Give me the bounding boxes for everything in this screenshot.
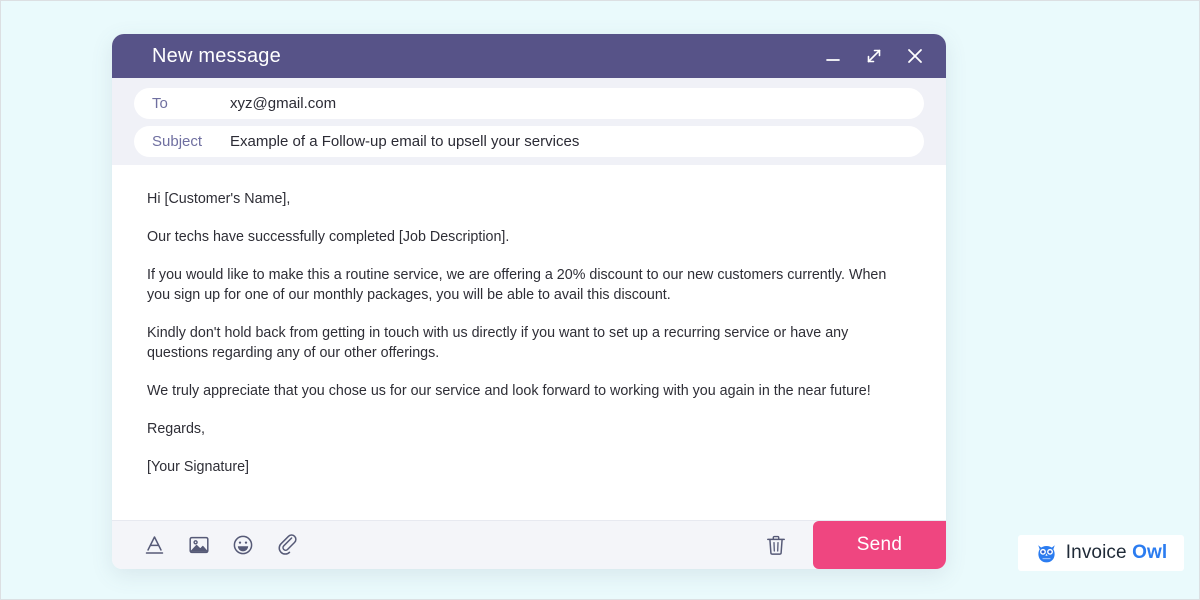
close-icon[interactable] (904, 45, 926, 67)
body-paragraph: Our techs have successfully completed [J… (147, 227, 899, 247)
compose-fields: To xyz@gmail.com Subject Example of a Fo… (112, 78, 946, 165)
brand-name: Invoice Owl (1066, 542, 1167, 564)
send-button[interactable]: Send (813, 521, 946, 569)
brand-name-owl: Owl (1127, 542, 1168, 563)
body-paragraph: If you would like to make this a routine… (147, 265, 899, 305)
body-paragraph: We truly appreciate that you chose us fo… (147, 381, 899, 401)
emoji-icon[interactable] (230, 532, 256, 558)
owl-icon (1035, 542, 1058, 565)
body-paragraph: Regards, (147, 419, 899, 439)
compose-window-header: New message (112, 34, 946, 78)
image-icon[interactable] (186, 532, 212, 558)
to-field-label: To (152, 95, 230, 112)
compose-title: New message (152, 45, 281, 68)
body-paragraph: Kindly don't hold back from getting in t… (147, 323, 899, 363)
footer-actions: Send (759, 521, 946, 569)
formatting-tools (142, 532, 300, 558)
message-body[interactable]: Hi [Customer's Name], Our techs have suc… (112, 165, 946, 520)
body-paragraph: [Your Signature] (147, 457, 899, 477)
page-canvas: New message (0, 0, 1200, 600)
subject-field-label: Subject (152, 133, 230, 150)
minimize-icon[interactable] (822, 45, 844, 67)
compose-window: New message (112, 34, 946, 569)
trash-icon[interactable] (759, 528, 793, 562)
brand-badge: Invoice Owl (1018, 535, 1184, 571)
compose-toolbar: Send (112, 520, 946, 569)
paperclip-icon[interactable] (274, 532, 300, 558)
format-text-icon[interactable] (142, 532, 168, 558)
subject-field-row[interactable]: Subject Example of a Follow-up email to … (134, 126, 924, 157)
brand-name-invoice: Invoice (1066, 542, 1127, 563)
body-paragraph: Hi [Customer's Name], (147, 189, 899, 209)
to-field-row[interactable]: To xyz@gmail.com (134, 88, 924, 119)
subject-field-value[interactable]: Example of a Follow-up email to upsell y… (230, 133, 579, 150)
to-field-value[interactable]: xyz@gmail.com (230, 95, 336, 112)
expand-icon[interactable] (863, 45, 885, 67)
window-controls (822, 34, 926, 78)
